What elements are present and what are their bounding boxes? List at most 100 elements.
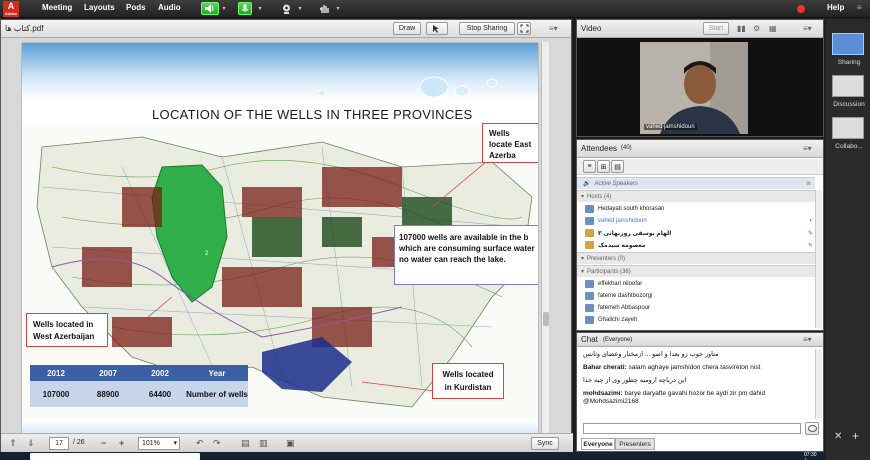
stop-sharing-button[interactable]: Stop Sharing <box>459 22 515 35</box>
page-total: / 26 <box>73 439 85 446</box>
fit-width-icon[interactable]: ▥ <box>259 438 268 449</box>
chat-scrollbar[interactable] <box>815 349 822 419</box>
table-cell: 88900 <box>82 381 134 407</box>
video-pause-icon[interactable]: ▮▮ <box>737 24 746 33</box>
send-message-button[interactable] <box>805 422 819 435</box>
chat-message: متاور خوب زو بعدا و اصو ... ازمختار وعضا… <box>583 351 719 358</box>
zoom-in-icon[interactable]: + <box>119 438 124 448</box>
webcam-menu-caret[interactable]: ▾ <box>296 2 304 15</box>
fit-page-icon[interactable]: ▤ <box>241 438 250 449</box>
speaker-wave-icon: 🔊 <box>583 181 591 187</box>
window-menu-icon[interactable]: ≡ <box>857 3 862 12</box>
chat-scope: (Everyone) <box>603 337 633 343</box>
mic-status-icon: ◐ <box>809 218 813 224</box>
fullscreen-toggle-icon[interactable]: ▣ <box>286 438 295 449</box>
list-view-icon[interactable]: ≡ <box>583 160 596 173</box>
attendee-row[interactable]: الهام یوسفی روزبهانی ۳ ✎ <box>577 227 815 239</box>
chat-pod-menu-icon[interactable]: ≡▾ <box>803 335 812 344</box>
participants-section-header[interactable]: ▾ Participants (36) <box>577 265 815 277</box>
sync-button[interactable]: Sync <box>531 437 559 450</box>
menu-meeting[interactable]: Meeting <box>42 3 72 12</box>
menu-audio[interactable]: Audio <box>158 3 181 12</box>
add-layout-icon[interactable]: + <box>852 429 859 443</box>
attendee-row[interactable]: vahed jamshidoun ◐ <box>577 215 815 227</box>
status-menu-caret[interactable]: ▾ <box>334 2 342 15</box>
pointer-button[interactable] <box>426 22 448 35</box>
chat-message: این دریاچه ارومیه چطور وی از چیه خدا <box>583 377 687 384</box>
draw-button[interactable]: Draw <box>393 22 421 35</box>
attendees-pod: Attendees (40) ≡▾ ≡ ⊞ ▤ 🔊 Active Speaker… <box>576 139 824 331</box>
os-taskbar: 07:30 ب.ظ <box>0 452 826 460</box>
menu-layouts[interactable]: Layouts <box>84 3 115 12</box>
attendee-row[interactable]: معصومه سیدمک ✎ <box>577 239 815 251</box>
fullscreen-button[interactable] <box>517 22 531 35</box>
share-pod-titlebar: کتاب ها.pdf Draw Stop Sharing ≡▾ <box>1 20 571 38</box>
chat-title: Chat <box>581 335 598 344</box>
microphone-menu-caret[interactable]: ▾ <box>256 2 264 15</box>
speaker-icon <box>205 4 214 13</box>
layout-sharing-thumbnail[interactable] <box>832 33 864 55</box>
table-cell: Number of wells <box>186 381 248 407</box>
table-header: 2007 <box>82 365 134 381</box>
share-pod-menu-icon[interactable]: ≡▾ <box>549 24 558 33</box>
video-settings-icon[interactable]: ⚙ <box>753 24 760 33</box>
tab-everyone[interactable]: Everyone <box>581 438 615 450</box>
zoom-out-icon[interactable]: − <box>101 438 106 448</box>
scroll-thumb[interactable] <box>543 312 549 326</box>
breakout-view-icon[interactable]: ⊞ <box>597 160 610 173</box>
participant-icon <box>585 316 594 324</box>
taskbar-search-field[interactable] <box>30 453 200 460</box>
participant-icon <box>585 280 594 288</box>
callout-east-azerbaijan: Wells locate East Azerba <box>482 123 538 163</box>
status-view-icon[interactable]: ▤ <box>611 160 624 173</box>
recording-indicator-icon[interactable] <box>797 5 805 13</box>
host-icon <box>585 229 594 237</box>
webcam-button[interactable] <box>278 2 294 15</box>
attendees-scrollbar[interactable] <box>815 190 822 328</box>
host-icon <box>585 205 594 213</box>
host-icon <box>585 241 594 249</box>
send-bubble-icon <box>807 424 817 432</box>
undo-icon[interactable]: ↶ <box>196 438 204 449</box>
menu-pods[interactable]: Pods <box>126 3 146 12</box>
attendees-title: Attendees <box>581 144 618 153</box>
attendee-row[interactable]: Hedayati south khorasan <box>577 203 815 215</box>
tools-icon[interactable]: ✕ <box>834 431 842 442</box>
host-icon <box>585 217 594 225</box>
table-header: Year <box>186 365 248 381</box>
speaker-menu-caret[interactable]: ▾ <box>220 2 228 15</box>
attendee-row[interactable]: Ghalichi zayeh <box>577 314 815 326</box>
first-page-icon[interactable]: ⇑ <box>9 438 17 449</box>
chat-message-input[interactable] <box>583 423 801 434</box>
hosts-section-header[interactable]: ▾ Hosts (4) <box>577 190 815 202</box>
share-vertical-scrollbar[interactable] <box>541 42 549 444</box>
adobe-logo: A Adobe <box>3 1 19 17</box>
help-menu[interactable]: Help <box>827 3 844 12</box>
layouts-panel: Sharing Discussion Collabo... ✕ + <box>826 19 870 460</box>
presenters-section-header[interactable]: ▾ Presenters (0) <box>577 252 815 264</box>
page-number-input[interactable]: 17 <box>49 437 69 450</box>
raise-hand-button[interactable] <box>316 2 332 15</box>
attendees-pod-menu-icon[interactable]: ≡▾ <box>803 144 812 153</box>
attendee-row[interactable]: fateme dashtbozorgi <box>577 290 815 302</box>
edit-icon: ✎ <box>807 242 813 249</box>
zoom-select[interactable]: 101% ▾ <box>138 437 180 450</box>
layout-discussion-thumbnail[interactable] <box>832 75 864 97</box>
layout-collaboration-thumbnail[interactable] <box>832 117 864 139</box>
layout-collaboration-label[interactable]: Collabo... <box>828 143 870 150</box>
layout-sharing-label[interactable]: Sharing <box>828 59 870 66</box>
speaker-button[interactable] <box>201 2 219 15</box>
start-video-button[interactable]: Start <box>703 22 729 35</box>
video-pod-menu-icon[interactable]: ≡▾ <box>803 24 812 33</box>
microphone-button[interactable] <box>238 2 252 15</box>
video-filmstrip-icon[interactable]: ▦ <box>769 24 777 33</box>
webcam-icon <box>282 4 290 14</box>
redo-icon[interactable]: ↷ <box>213 438 221 449</box>
raise-hand-icon <box>319 5 329 13</box>
tab-presenters[interactable]: Presenters <box>615 438 655 450</box>
close-icon[interactable]: ⊗ <box>806 180 811 187</box>
attendee-row[interactable]: effekhari niloofar <box>577 278 815 290</box>
layout-discussion-label[interactable]: Discussion <box>828 101 870 108</box>
next-page-icon[interactable]: ⇓ <box>27 438 35 449</box>
attendee-row[interactable]: fatemeh Abbaspour <box>577 302 815 314</box>
